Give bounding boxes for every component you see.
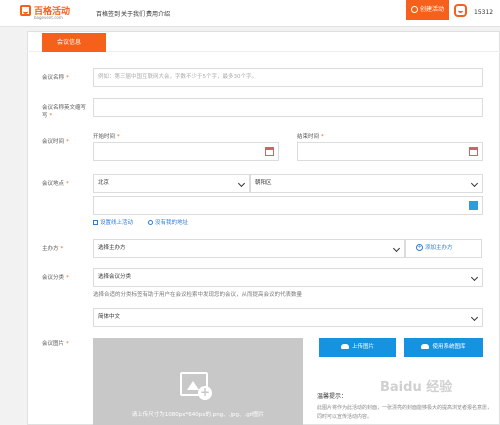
upload-image-button[interactable]: 上传图片 <box>319 338 396 357</box>
language-select[interactable]: 简体中文 <box>93 308 483 327</box>
chevron-down-icon <box>470 273 479 282</box>
calendar-icon[interactable] <box>469 147 478 156</box>
host-label: 主办方 * <box>42 246 64 252</box>
english-abbr-label: 会议名称英文缩写 <box>42 105 87 111</box>
category-hint: 选择合适的分类标签有助于用户在会议检索中发现您的会议，从而提高会议的代表数量 <box>93 292 303 298</box>
nav-item-about[interactable]: 关于我们 <box>121 9 145 18</box>
meeting-name-input[interactable]: 例如：第三届中国互联网大会，字数不少于5个字，最多30个字。 <box>93 68 483 87</box>
image-upload-area[interactable]: + 请上传尺寸为1080px*640px的.png、.jpg、.gif图片 <box>93 338 303 425</box>
category-label: 会议分类 * <box>42 275 69 281</box>
image-label: 会议图片 * <box>42 341 69 347</box>
meeting-time-label: 会议时间 * <box>42 139 69 145</box>
user-avatar-icon[interactable] <box>454 4 467 17</box>
no-address-link[interactable]: 没有我的地址 <box>148 218 188 226</box>
end-time-input[interactable] <box>297 142 483 161</box>
category-select[interactable]: 选择会议分类 <box>93 268 483 287</box>
cloud-icon <box>421 344 430 349</box>
logo[interactable]: 百格活动 bagevent.com <box>20 4 80 22</box>
city-select[interactable]: 北京 <box>93 174 250 193</box>
calendar-icon[interactable] <box>265 147 274 156</box>
cloud-upload-icon <box>340 344 349 349</box>
set-online-event-link[interactable]: 设置线上活动 <box>93 218 133 226</box>
top-navigation-bar: 百格活动 bagevent.com 百格签到 关于我们 费用介绍 创建活动 15… <box>0 0 500 27</box>
create-event-label: 创建活动 <box>419 6 444 13</box>
nav-item-checkin[interactable]: 百格签到 <box>96 9 120 18</box>
map-icon[interactable] <box>469 201 478 210</box>
add-host-button[interactable]: + 添加主办方 <box>405 239 482 258</box>
logo-subtext: bagevent.com <box>34 15 63 20</box>
location-label: 会议地点 * <box>42 181 69 187</box>
monitor-icon <box>93 220 98 225</box>
end-time-label: 结束时间 * <box>297 134 324 140</box>
meeting-name-label: 会议名称 * <box>42 75 69 81</box>
create-event-button[interactable]: 创建活动 <box>406 0 449 20</box>
baidu-watermark: Baidu 经验 <box>380 380 453 395</box>
chevron-down-icon <box>237 179 246 188</box>
user-phone[interactable]: 15312 <box>474 9 493 16</box>
english-abbr-label-cont: 写 * <box>42 113 53 119</box>
question-icon <box>148 220 153 225</box>
tip-title: 温馨提示： <box>317 393 348 400</box>
host-select[interactable]: 选择主办方 <box>93 239 405 258</box>
chevron-down-icon <box>392 244 401 253</box>
address-input[interactable] <box>93 196 483 215</box>
start-time-label: 开始时间 * <box>93 134 120 140</box>
district-select[interactable]: 朝阳区 <box>250 174 483 193</box>
tip-body: 此图片将作为此活动的封面，一张漂亮的封面能够极大的提高浏览者报名意愿，同时可以宣… <box>317 405 493 420</box>
upload-size-hint: 请上传尺寸为1080px*640px的.png、.jpg、.gif图片 <box>131 412 265 418</box>
logo-icon <box>20 5 31 16</box>
section-tab-meeting-info[interactable]: 会议信息 <box>42 33 106 52</box>
nav-item-pricing[interactable]: 费用介绍 <box>146 9 170 18</box>
english-abbr-input[interactable] <box>93 98 483 117</box>
plus-circle-icon: + <box>416 244 423 251</box>
chevron-down-icon <box>470 179 479 188</box>
start-time-input[interactable] <box>93 142 279 161</box>
plus-icon <box>410 6 418 13</box>
add-image-icon: + <box>198 385 212 400</box>
chevron-down-icon <box>470 313 479 322</box>
system-gallery-button[interactable]: 使用系统图库 <box>404 338 483 357</box>
